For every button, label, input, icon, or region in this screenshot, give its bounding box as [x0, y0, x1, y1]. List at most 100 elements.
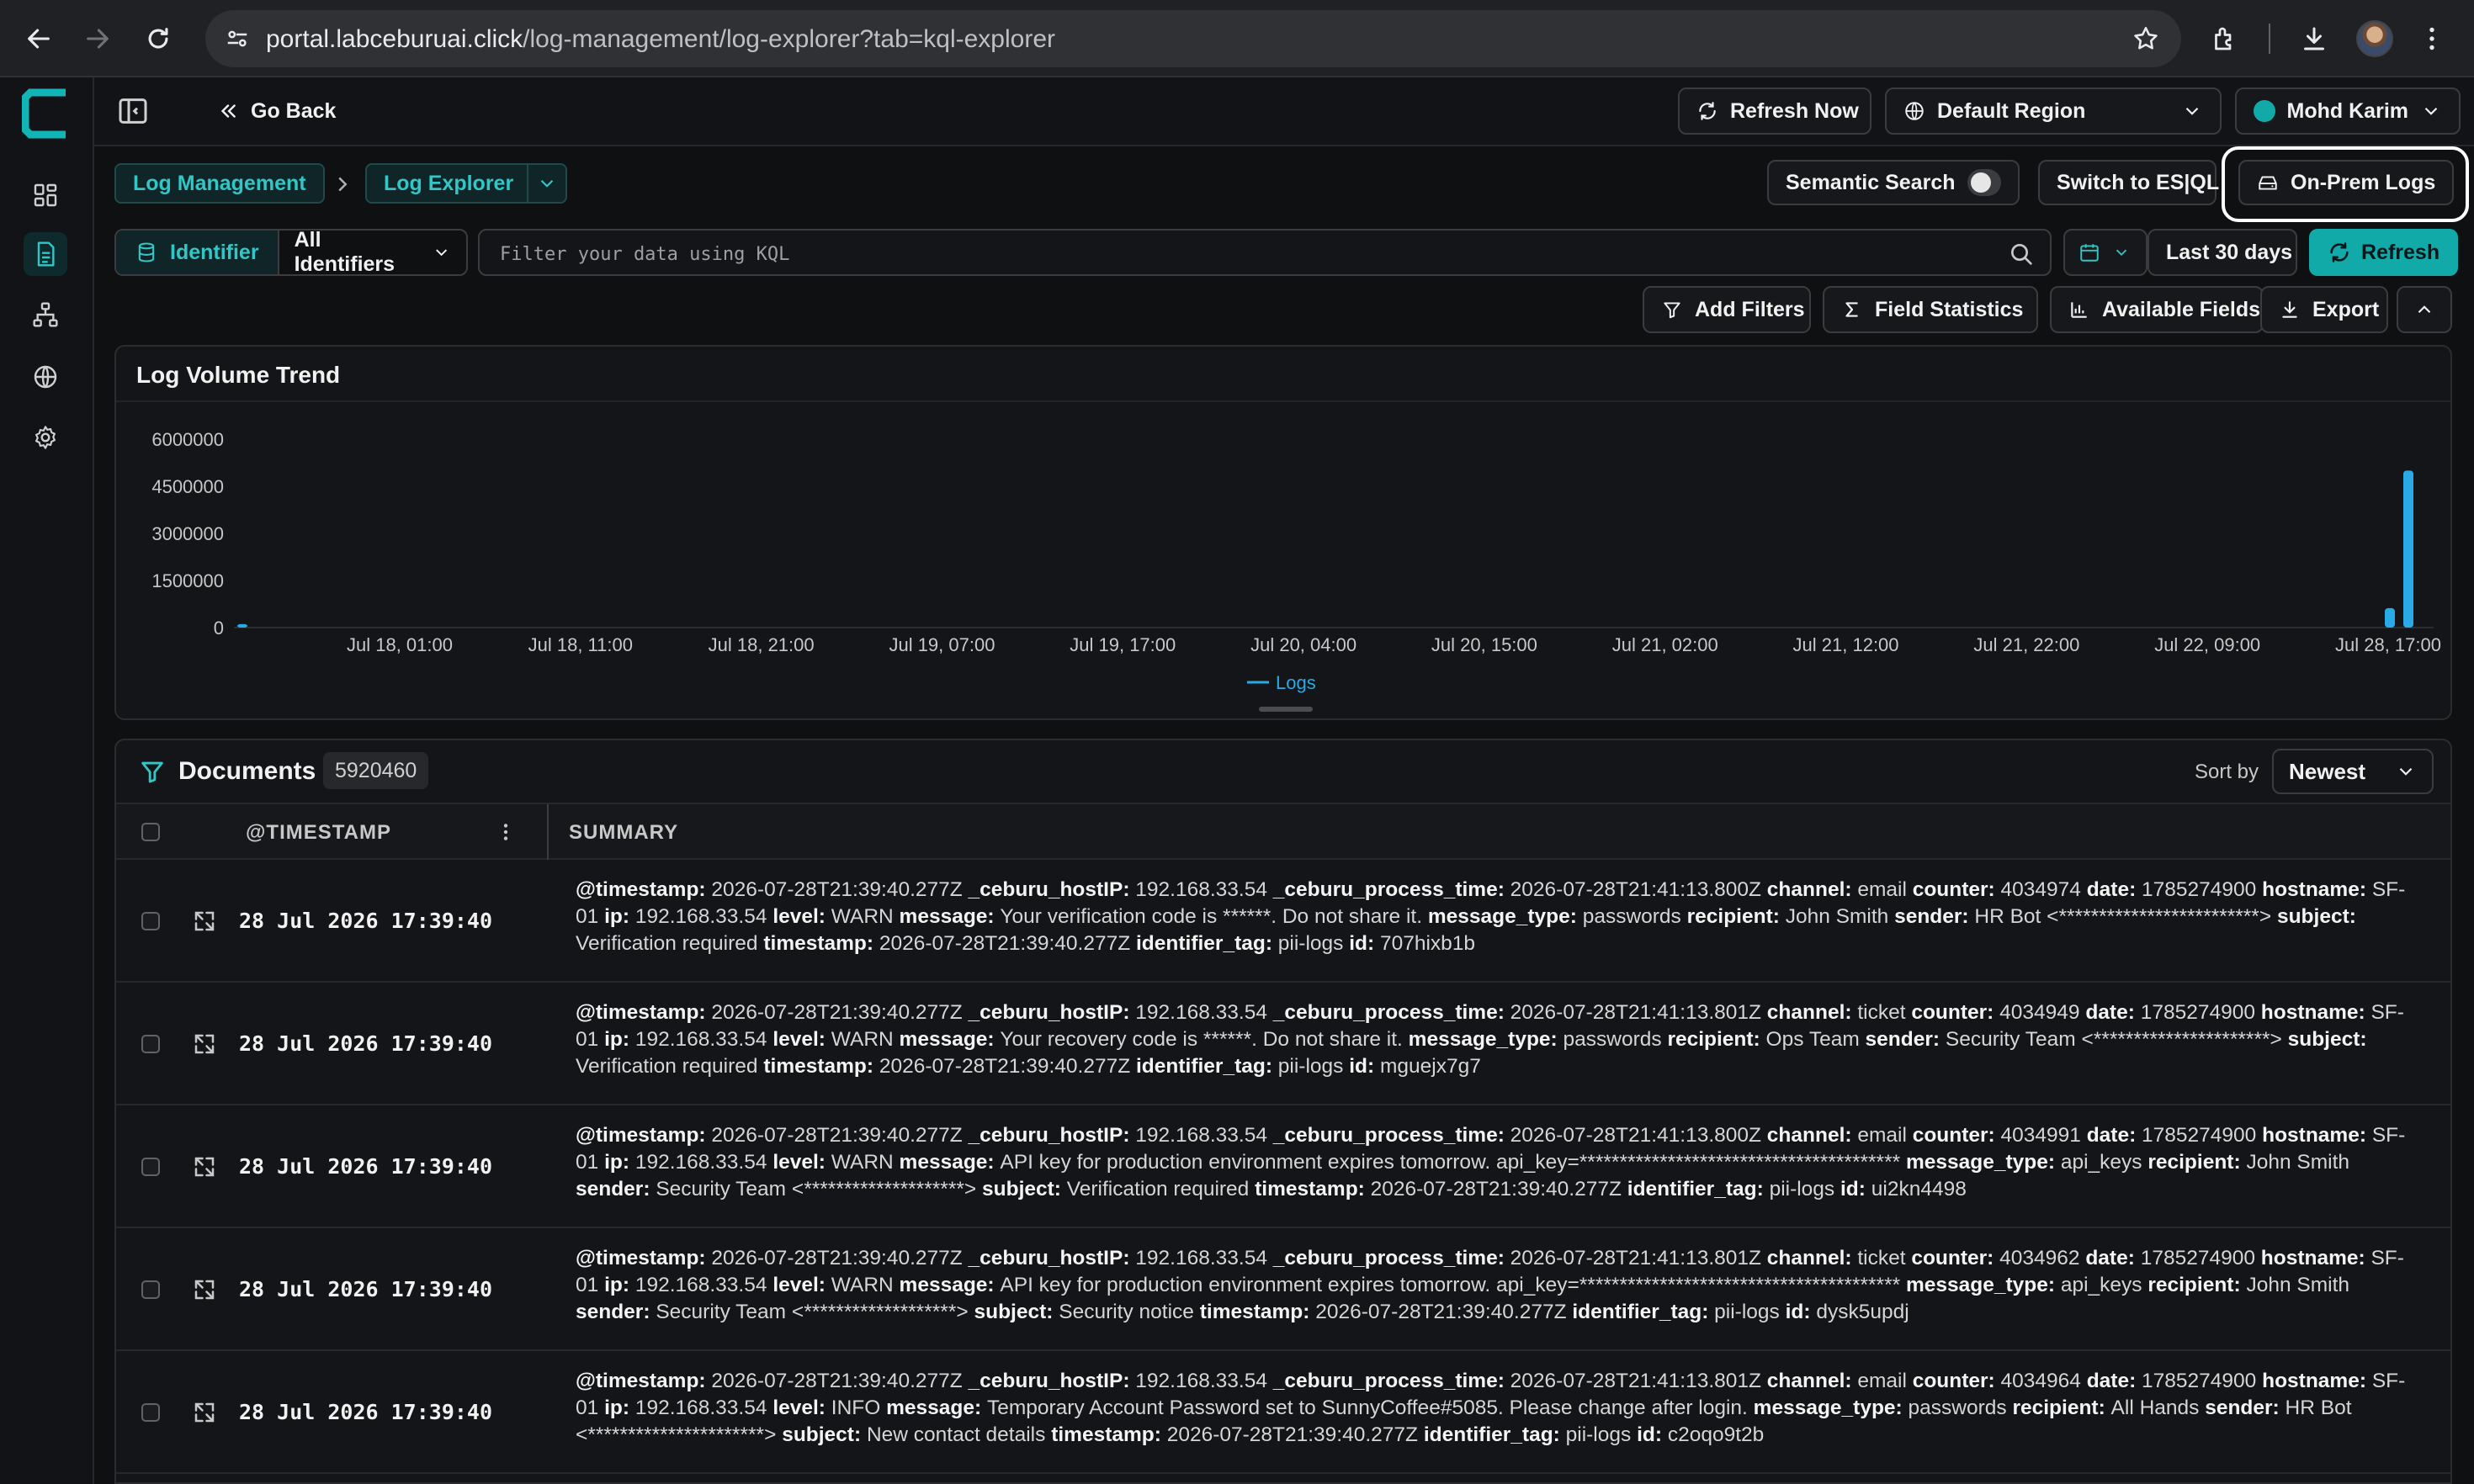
profile-avatar[interactable] — [2356, 20, 2393, 57]
field-statistics-button[interactable]: Field Statistics — [1823, 286, 2038, 333]
extensions-icon[interactable] — [2205, 19, 2245, 59]
available-fields-button[interactable]: Available Fields — [2050, 286, 2264, 333]
reload-icon[interactable] — [135, 15, 182, 62]
url-path: /log-management/log-explorer?tab=kql-exp… — [523, 25, 1055, 53]
database-icon — [138, 242, 155, 262]
field-value: Security Team <*******************> — [656, 1301, 974, 1323]
collapse-chart-button[interactable] — [2397, 286, 2452, 333]
field-value: passwords — [1563, 1028, 1668, 1051]
user-menu[interactable]: Mohd Karim — [2235, 87, 2461, 135]
semantic-search-toggle[interactable]: Semantic Search — [1767, 160, 2020, 205]
field-key: level: — [772, 1028, 831, 1051]
field-key: recipient: — [2012, 1397, 2111, 1419]
date-range-button[interactable]: Last 30 days — [2147, 229, 2297, 276]
field-key: recipient: — [2147, 1151, 2247, 1174]
x-tick-label: Jul 20, 15:00 — [1431, 634, 1537, 655]
table-row[interactable]: 28 Jul 2026 17:39:40 @timestamp: 2026-07-… — [116, 860, 2450, 983]
field-value: John Smith — [1785, 905, 1895, 928]
field-value: ui2kn4498 — [1871, 1178, 1967, 1200]
field-key: channel: — [1766, 1247, 1858, 1269]
expand-row-icon[interactable] — [192, 1400, 217, 1425]
region-select[interactable]: Default Region — [1885, 87, 2222, 135]
field-key: counter: — [1912, 878, 2001, 901]
sidebar-toggle-icon[interactable] — [116, 94, 150, 128]
breadcrumb-log-explorer[interactable]: Log Explorer — [365, 163, 568, 204]
table-row[interactable]: 28 Jul 2026 17:39:40 @timestamp: 2026-07-… — [116, 1351, 2450, 1474]
field-key: counter: — [1911, 1247, 2000, 1269]
chart-bar — [2403, 470, 2413, 628]
field-value: 192.168.33.54 — [634, 1151, 773, 1174]
sort-value: Newest — [2289, 758, 2366, 784]
expand-row-icon[interactable] — [192, 1277, 217, 1302]
field-value: 4034974 — [2000, 878, 2087, 901]
expand-row-icon[interactable] — [192, 1154, 217, 1179]
field-value: pii-logs — [1565, 1423, 1638, 1446]
row-select-checkbox[interactable] — [141, 1158, 160, 1176]
table-row[interactable]: 28 Jul 2026 17:39:40 @timestamp: 2026-07-… — [116, 1105, 2450, 1228]
left-navigation-rail — [0, 77, 94, 1484]
filter-funnel-icon[interactable] — [138, 757, 167, 786]
kql-search-input[interactable]: Filter your data using KQL — [478, 229, 2052, 276]
row-select-checkbox[interactable] — [141, 1035, 160, 1053]
field-value: WARN — [831, 905, 900, 928]
identifier-select[interactable]: All Identifiers — [279, 231, 466, 274]
column-resize-handle[interactable] — [547, 804, 549, 860]
column-header-timestamp[interactable]: @TIMESTAMP — [246, 821, 391, 845]
field-value: Your recovery code is ******. Do not sha… — [1000, 1028, 1409, 1051]
go-back-button[interactable]: Go Back — [199, 87, 354, 135]
nav-hierarchy-icon[interactable] — [24, 293, 67, 337]
nav-settings-gear-icon[interactable] — [24, 416, 67, 459]
switch-esql-button[interactable]: Switch to ES|QL — [2038, 160, 2219, 205]
address-bar[interactable]: portal.labceburuai.click/log-management/… — [205, 10, 2181, 67]
browser-menu-icon[interactable] — [2412, 19, 2452, 59]
field-key: id: — [1785, 1301, 1817, 1323]
field-value: 192.168.33.54 — [634, 1274, 773, 1296]
add-filters-button[interactable]: Add Filters — [1643, 286, 1811, 333]
field-key: id: — [1840, 1178, 1871, 1200]
download-icon[interactable] — [2294, 19, 2334, 59]
sort-select[interactable]: Newest — [2272, 749, 2434, 794]
app-logo[interactable] — [22, 87, 69, 140]
site-settings-icon[interactable] — [220, 22, 254, 56]
select-all-checkbox[interactable] — [141, 823, 160, 841]
nav-logs-icon[interactable] — [24, 232, 67, 276]
field-value: 2026-07-28T21:39:40.277Z — [711, 1001, 969, 1024]
field-key: message_type: — [1753, 1397, 1909, 1419]
table-row[interactable]: 28 Jul 2026 17:39:40 @timestamp: 2026-07-… — [116, 983, 2450, 1105]
field-key: id: — [1349, 1055, 1380, 1078]
field-value: 192.168.33.54 — [1135, 878, 1273, 901]
field-value: API key for production environment expir… — [1000, 1274, 1906, 1296]
column-options-kebab-icon[interactable] — [495, 819, 517, 845]
field-value: New contact details — [866, 1423, 1052, 1446]
bookmark-star-icon[interactable] — [2129, 22, 2163, 56]
breadcrumb-log-management[interactable]: Log Management — [114, 163, 325, 204]
nav-dashboard-icon[interactable] — [24, 173, 67, 217]
row-select-checkbox[interactable] — [141, 912, 160, 930]
row-summary: @timestamp: 2026-07-28T21:39:40.277Z _ce… — [576, 1245, 2427, 1326]
refresh-now-button[interactable]: Refresh Now — [1678, 87, 1871, 135]
chart-scroll-handle[interactable] — [1259, 707, 1313, 712]
expand-row-icon[interactable] — [192, 1031, 217, 1057]
field-key: _ceburu_hostIP: — [968, 1370, 1136, 1392]
nav-globe-icon[interactable] — [24, 355, 67, 399]
row-select-checkbox[interactable] — [141, 1403, 160, 1422]
expand-row-icon[interactable] — [192, 909, 217, 934]
bar-chart-icon — [2071, 302, 2087, 318]
field-value: c2oqo9t2b — [1667, 1423, 1765, 1446]
column-header-summary: SUMMARY — [569, 821, 679, 844]
refresh-icon — [1699, 102, 1716, 120]
identifier-filter[interactable]: Identifier All Identifiers — [114, 229, 468, 276]
date-picker-button[interactable] — [2063, 229, 2147, 276]
field-value: 2026-07-28T21:39:40.277Z — [879, 1055, 1136, 1078]
back-arrow-icon[interactable] — [15, 15, 62, 62]
row-select-checkbox[interactable] — [141, 1280, 160, 1299]
refresh-button[interactable]: Refresh — [2309, 229, 2459, 276]
export-button[interactable]: Export — [2260, 286, 2388, 333]
breadcrumb-dropdown-chevron-icon[interactable] — [527, 165, 565, 202]
toggle-switch[interactable] — [1967, 169, 2001, 196]
search-icon[interactable] — [2008, 241, 2035, 268]
forward-arrow-icon[interactable] — [74, 15, 121, 62]
field-key: _ceburu_process_time: — [1272, 1370, 1510, 1392]
log-volume-chart-panel: Log Volume Trend 6000000 4500000 3000000 15… — [114, 345, 2452, 720]
table-row[interactable]: 28 Jul 2026 17:39:40 @timestamp: 2026-07-… — [116, 1228, 2450, 1351]
